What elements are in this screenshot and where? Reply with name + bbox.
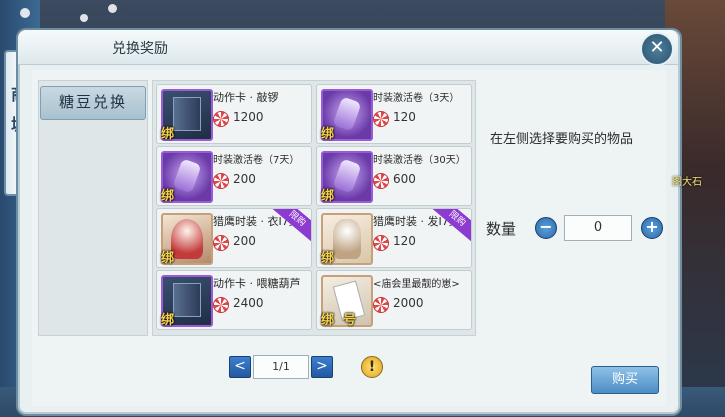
bound-badge: 绑 (321, 127, 335, 142)
arrow-right-icon: > (316, 358, 328, 374)
item-name: 时装激活卷（30天） (373, 155, 466, 166)
candy-icon (373, 297, 389, 313)
bound-badge: 绑 (321, 189, 335, 204)
bound-badge: 绑 (161, 313, 175, 328)
item-name: 时装激活卷（3天） (373, 93, 460, 104)
item-card[interactable]: 绑 时装激活卷（3天） 120 (316, 84, 472, 144)
window-title: 兑换奖励 (112, 41, 168, 57)
blossom-decoration (20, 8, 30, 18)
candy-icon (213, 173, 229, 189)
item-card[interactable]: 绑 动作卡 · 敲锣 1200 (156, 84, 312, 144)
item-price: 600 (393, 172, 416, 186)
prev-page-button[interactable]: < (229, 356, 251, 378)
quantity-label: 数量 (486, 220, 517, 238)
item-price: 2000 (393, 296, 424, 310)
decrease-quantity-button[interactable]: − (535, 217, 557, 239)
selection-hint: 在左侧选择要购买的物品 (490, 132, 634, 147)
item-name: 动作卡 · 敲锣 (213, 91, 279, 104)
buy-button[interactable]: 购买 (591, 366, 659, 394)
quantity-input[interactable]: 0 (564, 215, 632, 241)
bound-badge: 绑 (161, 251, 175, 266)
item-price: 120 (393, 110, 416, 124)
candy-icon (213, 297, 229, 313)
item-price: 2400 (233, 296, 264, 310)
blossom-decoration (80, 14, 88, 22)
item-name: 动作卡 · 喂糖葫芦 (213, 277, 301, 290)
candy-icon (373, 173, 389, 189)
plus-icon: + (645, 217, 659, 236)
title-badge: 号 (343, 313, 357, 328)
item-card[interactable]: 绑 时装激活卷（30天） 600 (316, 146, 472, 206)
candy-icon (213, 111, 229, 127)
candy-icon (373, 111, 389, 127)
bound-badge: 绑 (161, 127, 175, 142)
item-name: <庙会里最靓的崽> (373, 279, 460, 290)
info-icon: ! (368, 359, 376, 375)
world-label: 图大石 (672, 177, 702, 188)
item-price: 1200 (233, 110, 264, 124)
arrow-left-icon: < (234, 358, 246, 374)
item-price: 120 (393, 234, 416, 248)
detail-panel (480, 80, 660, 334)
item-card[interactable]: 绑 猎鹰时装 · 发I7天 120 限购 (316, 208, 472, 268)
blossom-decoration (108, 4, 117, 13)
bound-badge: 绑 (161, 189, 175, 204)
item-card[interactable]: 绑 猎鹰时装 · 衣I7天 200 限购 (156, 208, 312, 268)
increase-quantity-button[interactable]: + (641, 217, 663, 239)
info-button[interactable]: ! (361, 356, 383, 378)
item-card[interactable]: 绑 号 <庙会里最靓的崽> 2000 (316, 270, 472, 330)
item-price: 200 (233, 234, 256, 248)
candy-icon (213, 235, 229, 251)
item-card[interactable]: 绑 时装激活卷（7天） 200 (156, 146, 312, 206)
bound-badge: 绑 (321, 313, 335, 328)
close-button[interactable]: ✕ (640, 32, 674, 66)
next-page-button[interactable]: > (311, 356, 333, 378)
item-card[interactable]: 绑 动作卡 · 喂糖葫芦 2400 (156, 270, 312, 330)
category-tab-candy-exchange[interactable]: 糖豆兑换 (40, 86, 146, 120)
item-name: 时装激活卷（7天） (213, 155, 300, 166)
item-price: 200 (233, 172, 256, 186)
page-indicator: 1/1 (253, 355, 309, 379)
bound-badge: 绑 (321, 251, 335, 266)
minus-icon: − (539, 217, 553, 236)
close-icon: ✕ (649, 37, 665, 58)
candy-icon (373, 235, 389, 251)
